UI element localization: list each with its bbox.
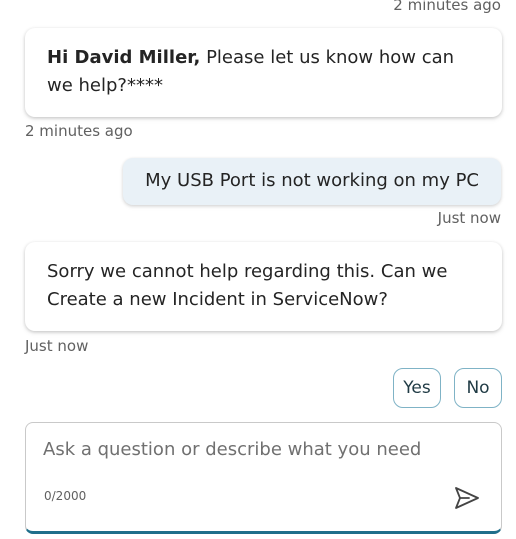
user-message-bubble: My USB Port is not working on my PC bbox=[123, 158, 501, 205]
message-timestamp: Just now bbox=[437, 209, 501, 227]
send-icon bbox=[455, 487, 479, 509]
no-button[interactable]: No bbox=[454, 368, 502, 408]
character-counter: 0/2000 bbox=[44, 489, 87, 503]
send-button[interactable] bbox=[453, 485, 481, 511]
bot-message-bubble: Sorry we cannot help regarding this. Can… bbox=[25, 242, 502, 331]
user-message-text: My USB Port is not working on my PC bbox=[145, 170, 479, 191]
bot-message-text: Sorry we cannot help regarding this. Can… bbox=[47, 261, 448, 310]
message-composer: 0/2000 bbox=[25, 422, 502, 534]
message-timestamp: 2 minutes ago bbox=[393, 0, 501, 14]
greeting-name: Hi David Miller, bbox=[47, 47, 201, 68]
message-timestamp: 2 minutes ago bbox=[25, 122, 133, 140]
yes-button[interactable]: Yes bbox=[393, 368, 441, 408]
message-input[interactable] bbox=[43, 439, 473, 469]
message-timestamp: Just now bbox=[25, 337, 89, 355]
bot-message-bubble: Hi David Miller, Please let us know how … bbox=[25, 28, 502, 117]
